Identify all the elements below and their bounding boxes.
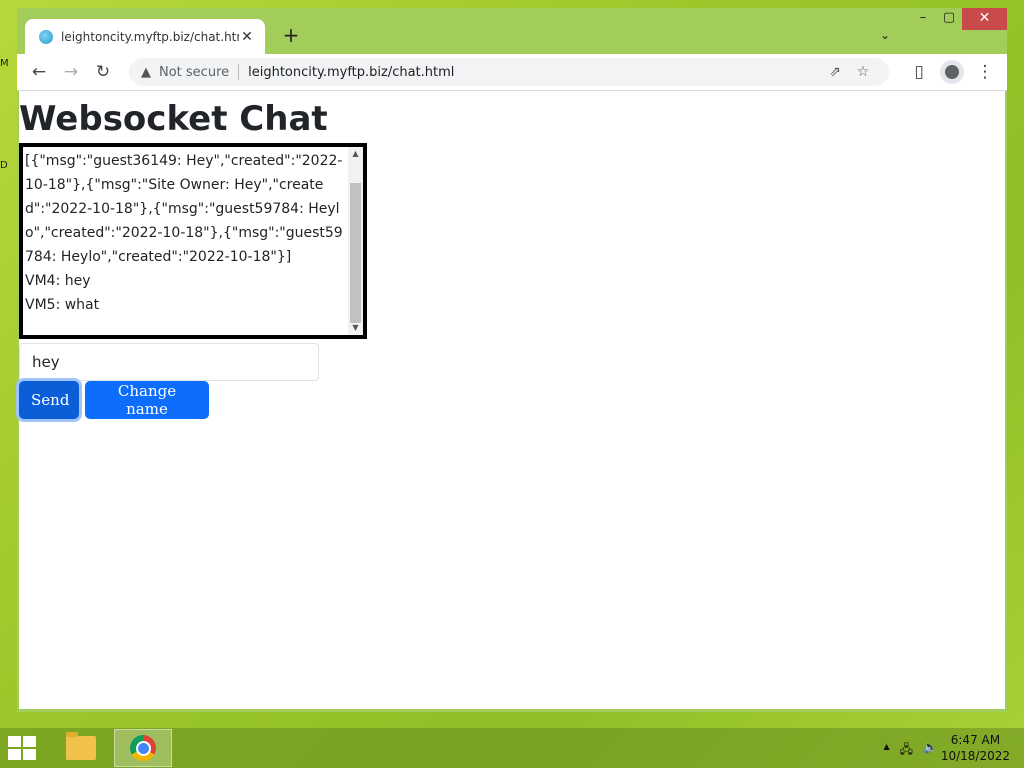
tab-search-chevron-icon[interactable]: ⌄ [875,28,895,44]
browser-tab[interactable]: leightoncity.myftp.biz/chat.html ✕ [25,19,265,54]
warning-icon[interactable]: ▲ [141,65,151,80]
chrome-icon [130,735,156,761]
browser-menu-icon[interactable]: ⋮ [973,60,997,84]
forward-arrow-icon[interactable]: → [59,60,83,84]
reload-icon[interactable]: ↻ [91,60,115,84]
volume-icon[interactable]: 🔈 [923,740,938,761]
chat-log-box[interactable]: [{"msg":"guest36149: Hey","created":"202… [19,143,367,339]
address-bar[interactable]: ▲ Not secure leightoncity.myftp.biz/chat… [129,58,889,86]
taskbar: ▲ 🖧 🔈 6:47 AM 10/18/2022 [0,728,1024,768]
security-label[interactable]: Not secure [159,65,229,80]
change-name-button[interactable]: Change name [85,381,209,419]
scroll-thumb[interactable] [350,183,361,323]
send-button[interactable]: Send [19,381,79,419]
taskbar-chrome[interactable] [114,729,172,767]
message-input[interactable] [19,343,319,381]
network-icon[interactable]: 🖧 [900,740,913,761]
share-icon[interactable]: ⇗ [821,64,849,80]
profile-person-icon [945,65,959,79]
chat-scrollbar[interactable]: ▲ ▼ [348,147,363,335]
bookmark-star-icon[interactable]: ☆ [849,64,877,80]
desktop-icon-edge-2[interactable]: D [0,160,10,174]
tray-arrow-icon[interactable]: ▲ [884,740,890,761]
window-controls: – ▢ ✕ [910,8,1007,32]
omnibox-divider [238,64,240,80]
url-text[interactable]: leightoncity.myftp.biz/chat.html [248,65,821,80]
desktop-icon-edge-1[interactable]: M [0,58,10,72]
folder-icon [66,732,96,760]
scroll-down-arrow-icon[interactable]: ▼ [348,321,363,335]
minimize-button[interactable]: – [910,8,936,30]
chat-log-text: [{"msg":"guest36149: Hey","created":"202… [25,153,343,313]
tab-title: leightoncity.myftp.biz/chat.html [61,29,239,44]
side-panel-icon[interactable]: ▯ [907,60,931,84]
clock-time: 6:47 AM [950,733,1001,747]
close-tab-icon[interactable]: ✕ [239,29,255,45]
taskbar-clock[interactable]: 6:47 AM 10/18/2022 [941,732,1010,764]
new-tab-button[interactable]: + [279,24,303,48]
page-viewport: Websocket Chat [{"msg":"guest36149: Hey"… [19,91,1005,709]
taskbar-file-explorer[interactable] [52,729,110,767]
browser-toolbar: ← → ↻ ▲ Not secure leightoncity.myftp.bi… [17,54,1007,91]
scroll-up-arrow-icon[interactable]: ▲ [348,147,363,161]
clock-date: 10/18/2022 [940,749,1010,763]
close-window-button[interactable]: ✕ [962,8,1007,30]
maximize-button[interactable]: ▢ [936,8,962,30]
system-tray: ▲ 🖧 🔈 [884,740,939,761]
page-title: Websocket Chat [19,99,328,139]
profile-avatar[interactable] [940,60,964,84]
tab-strip: leightoncity.myftp.biz/chat.html ✕ + ⌄ –… [17,8,1007,54]
browser-window: leightoncity.myftp.biz/chat.html ✕ + ⌄ –… [17,8,1007,712]
site-favicon-icon [39,29,53,44]
back-arrow-icon[interactable]: ← [27,60,51,84]
windows-start-icon[interactable] [8,736,38,760]
